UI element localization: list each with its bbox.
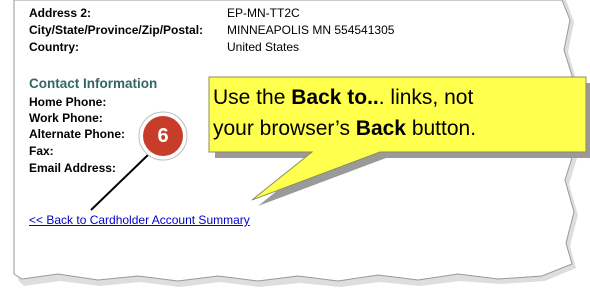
callout-line-1-bold: Back to.. bbox=[291, 86, 379, 109]
callout-line-2-bold: Back bbox=[355, 117, 406, 140]
callout-line-2: your browser’s Back button. bbox=[213, 113, 573, 144]
screenshot-stage: Address 2: EP-MN-TT2C City/State/Provinc… bbox=[0, 0, 590, 292]
callout-graphic bbox=[90, 76, 590, 211]
callout-line-2-tail: button. bbox=[405, 117, 477, 140]
callout-line-1-tail: . links, not bbox=[378, 86, 474, 109]
pointer-line bbox=[90, 152, 151, 211]
callout-line-1-text: Use the bbox=[213, 86, 292, 109]
callout-message: Use the Back to... links, not your brows… bbox=[213, 82, 573, 144]
callout-line-1: Use the Back to... links, not bbox=[213, 82, 573, 113]
callout-line-2-text: your browser’s bbox=[213, 117, 356, 140]
step-number-text: 6 bbox=[157, 125, 169, 147]
